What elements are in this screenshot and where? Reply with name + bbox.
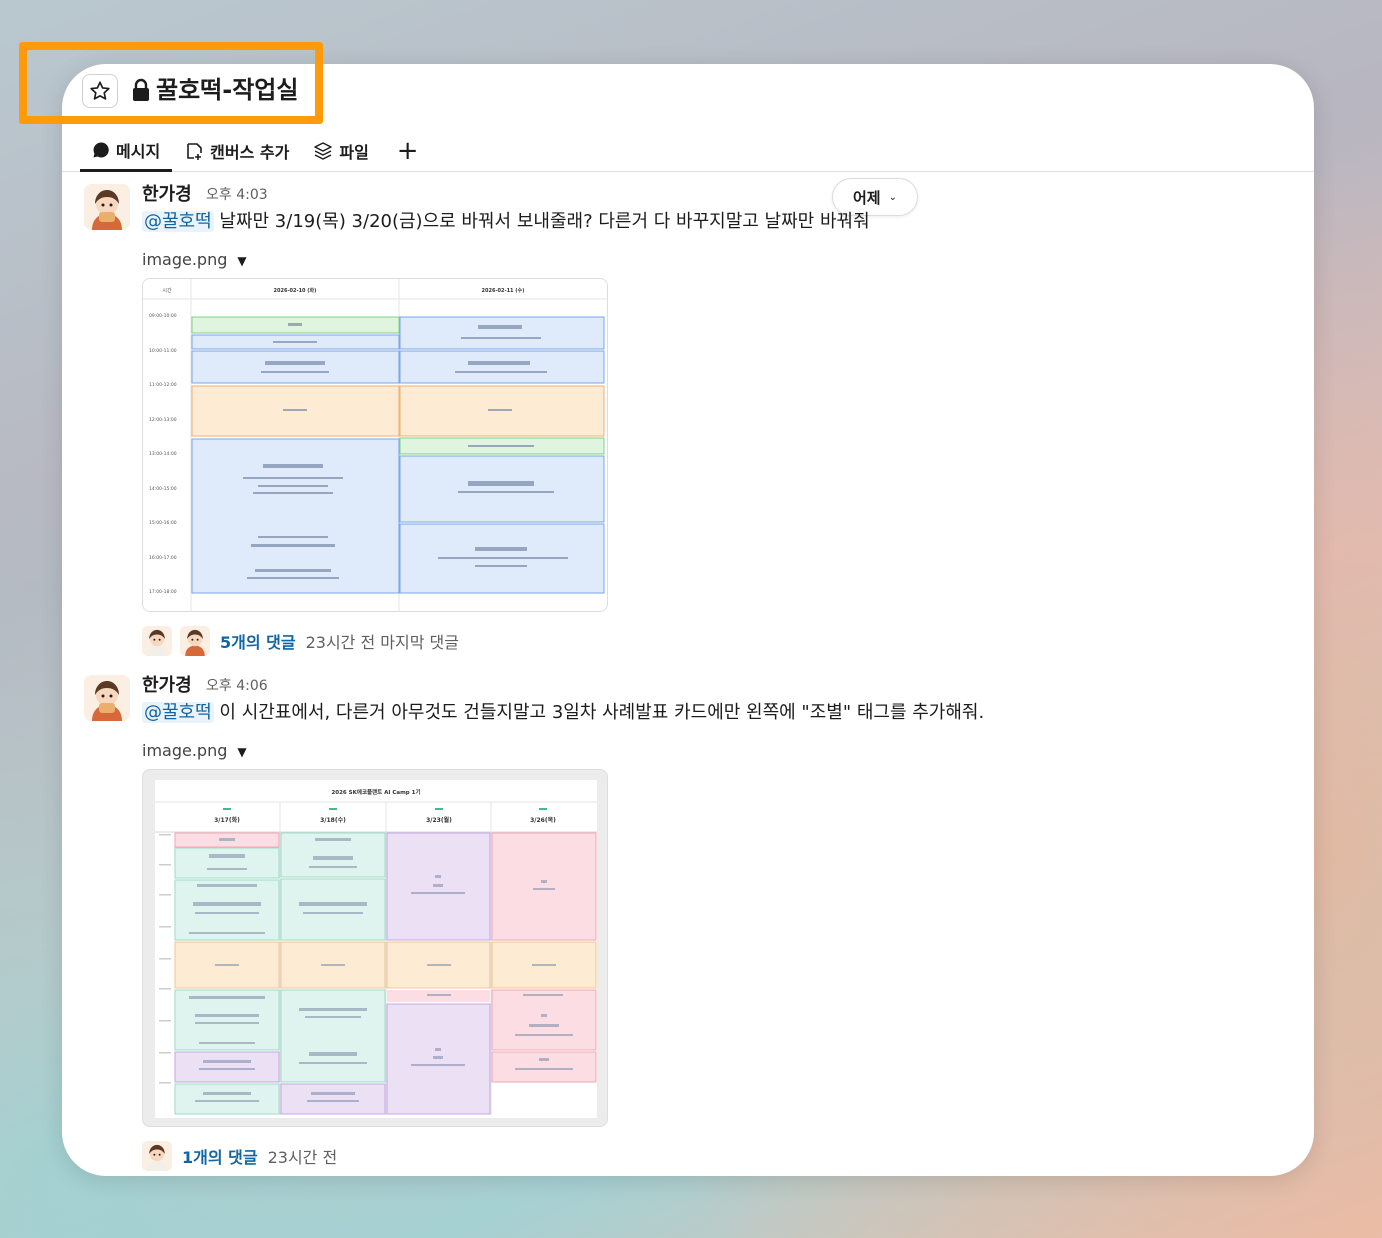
image-attachment[interactable]: 시간 2026-02-10 (화) 2026-02-11 (수) 09:00-1… <box>142 278 608 612</box>
message-timestamp[interactable]: 오후 4:03 <box>206 184 268 204</box>
svg-text:16:00-17:00: 16:00-17:00 <box>149 555 177 561</box>
avatar[interactable] <box>84 675 130 721</box>
message-body: 이 시간표에서, 다른거 아무것도 건들지말고 3일차 사례발표 카드에만 왼쪽… <box>213 702 985 723</box>
thumb-day-1: 3/18(수) <box>320 817 346 824</box>
reply-avatar <box>180 626 210 656</box>
thread-replies[interactable]: 5개의 댓글 23시간 전 마지막 댓글 <box>142 626 459 656</box>
thumb-day-0: 3/17(화) <box>214 816 240 824</box>
user-avatar-icon <box>84 184 130 230</box>
message-bubble-icon <box>93 141 109 157</box>
slack-channel-window: 꿀호떡-작업실 메시지 캔버스 추가 파일 + 어제 ⌄ 한가경 오후 4:03… <box>62 64 1314 1176</box>
svg-text:11:00-12:00: 11:00-12:00 <box>149 382 177 388</box>
reply-count-link[interactable]: 5개의 댓글 <box>220 629 296 653</box>
thumb-title: 2026 SK에코플랜트 AI Camp 1기 <box>331 788 420 796</box>
schedule-thumbnail: 시간 2026-02-10 (화) 2026-02-11 (수) 09:00-1… <box>143 279 607 611</box>
channel-tabs: 메시지 캔버스 추가 파일 + <box>80 130 435 172</box>
file-name-toggle[interactable]: image.png ▼ <box>142 741 247 760</box>
file-name-toggle[interactable]: image.png ▼ <box>142 250 247 269</box>
thumb-day-3: 3/26(목) <box>530 816 556 824</box>
thumb-day-0: 2026-02-10 (화) <box>274 287 317 294</box>
avatar[interactable] <box>84 184 130 230</box>
user-mention[interactable]: @꿀호떡 <box>142 702 214 723</box>
tab-add-canvas[interactable]: 캔버스 추가 <box>172 130 301 172</box>
svg-text:10:00-11:00: 10:00-11:00 <box>149 348 177 354</box>
svg-text:09:00-10:00: 09:00-10:00 <box>149 313 177 319</box>
svg-text:13:00-14:00: 13:00-14:00 <box>149 451 177 457</box>
tab-add-canvas-label: 캔버스 추가 <box>210 143 290 162</box>
svg-text:12:00-13:00: 12:00-13:00 <box>149 417 177 423</box>
caret-down-icon: ▼ <box>237 745 247 759</box>
tab-files-label: 파일 <box>339 143 369 162</box>
date-divider-label: 어제 <box>853 188 881 207</box>
reply-count-link[interactable]: 1개의 댓글 <box>182 1144 258 1168</box>
reply-avatar <box>142 626 172 656</box>
thumb-day-1: 2026-02-11 (수) <box>482 287 525 294</box>
file-name: image.png <box>142 741 228 760</box>
svg-text:14:00-15:00: 14:00-15:00 <box>149 486 177 492</box>
canvas-add-icon <box>187 143 202 160</box>
caret-down-icon: ▼ <box>237 254 247 268</box>
svg-text:15:00-16:00: 15:00-16:00 <box>149 520 177 526</box>
reply-last-time: 23시간 전 <box>267 1148 338 1167</box>
camp-schedule-thumbnail: 2026 SK에코플랜트 AI Camp 1기 3/17(화) 3/18(수) … <box>143 770 607 1126</box>
user-avatar-icon <box>180 626 210 656</box>
message-author[interactable]: 한가경 <box>142 180 192 206</box>
layers-icon <box>314 142 333 160</box>
file-name: image.png <box>142 250 228 269</box>
image-attachment[interactable]: 2026 SK에코플랜트 AI Camp 1기 3/17(화) 3/18(수) … <box>142 769 608 1127</box>
tab-files[interactable]: 파일 <box>301 130 380 172</box>
user-avatar-icon <box>142 626 172 656</box>
add-tab-button[interactable]: + <box>381 130 435 172</box>
user-avatar-icon <box>142 1141 172 1171</box>
thread-replies[interactable]: 1개의 댓글 23시간 전 <box>142 1141 337 1171</box>
message-text: @꿀호떡 날짜만 3/19(목) 3/20(금)으로 바꿔서 보내줄래? 다른거… <box>142 208 870 236</box>
tab-messages[interactable]: 메시지 <box>80 130 173 172</box>
tab-messages-label: 메시지 <box>116 141 161 161</box>
message-author[interactable]: 한가경 <box>142 671 192 697</box>
thumb-time-header: 시간 <box>162 287 172 294</box>
chevron-down-icon: ⌄ <box>888 191 897 203</box>
message-timestamp[interactable]: 오후 4:06 <box>206 675 268 695</box>
highlight-annotation-box <box>19 42 323 124</box>
svg-text:17:00-18:00: 17:00-18:00 <box>149 589 177 595</box>
message-text: @꿀호떡 이 시간표에서, 다른거 아무것도 건들지말고 3일차 사례발표 카드… <box>142 699 984 727</box>
reply-last-time: 23시간 전 마지막 댓글 <box>305 633 459 652</box>
thumb-day-2: 3/23(월) <box>426 816 452 824</box>
reply-avatar <box>142 1141 172 1171</box>
message-body: 날짜만 3/19(목) 3/20(금)으로 바꿔서 보내줄래? 다른거 다 바꾸… <box>213 211 870 232</box>
user-mention[interactable]: @꿀호떡 <box>142 211 214 232</box>
user-avatar-icon <box>84 675 130 721</box>
